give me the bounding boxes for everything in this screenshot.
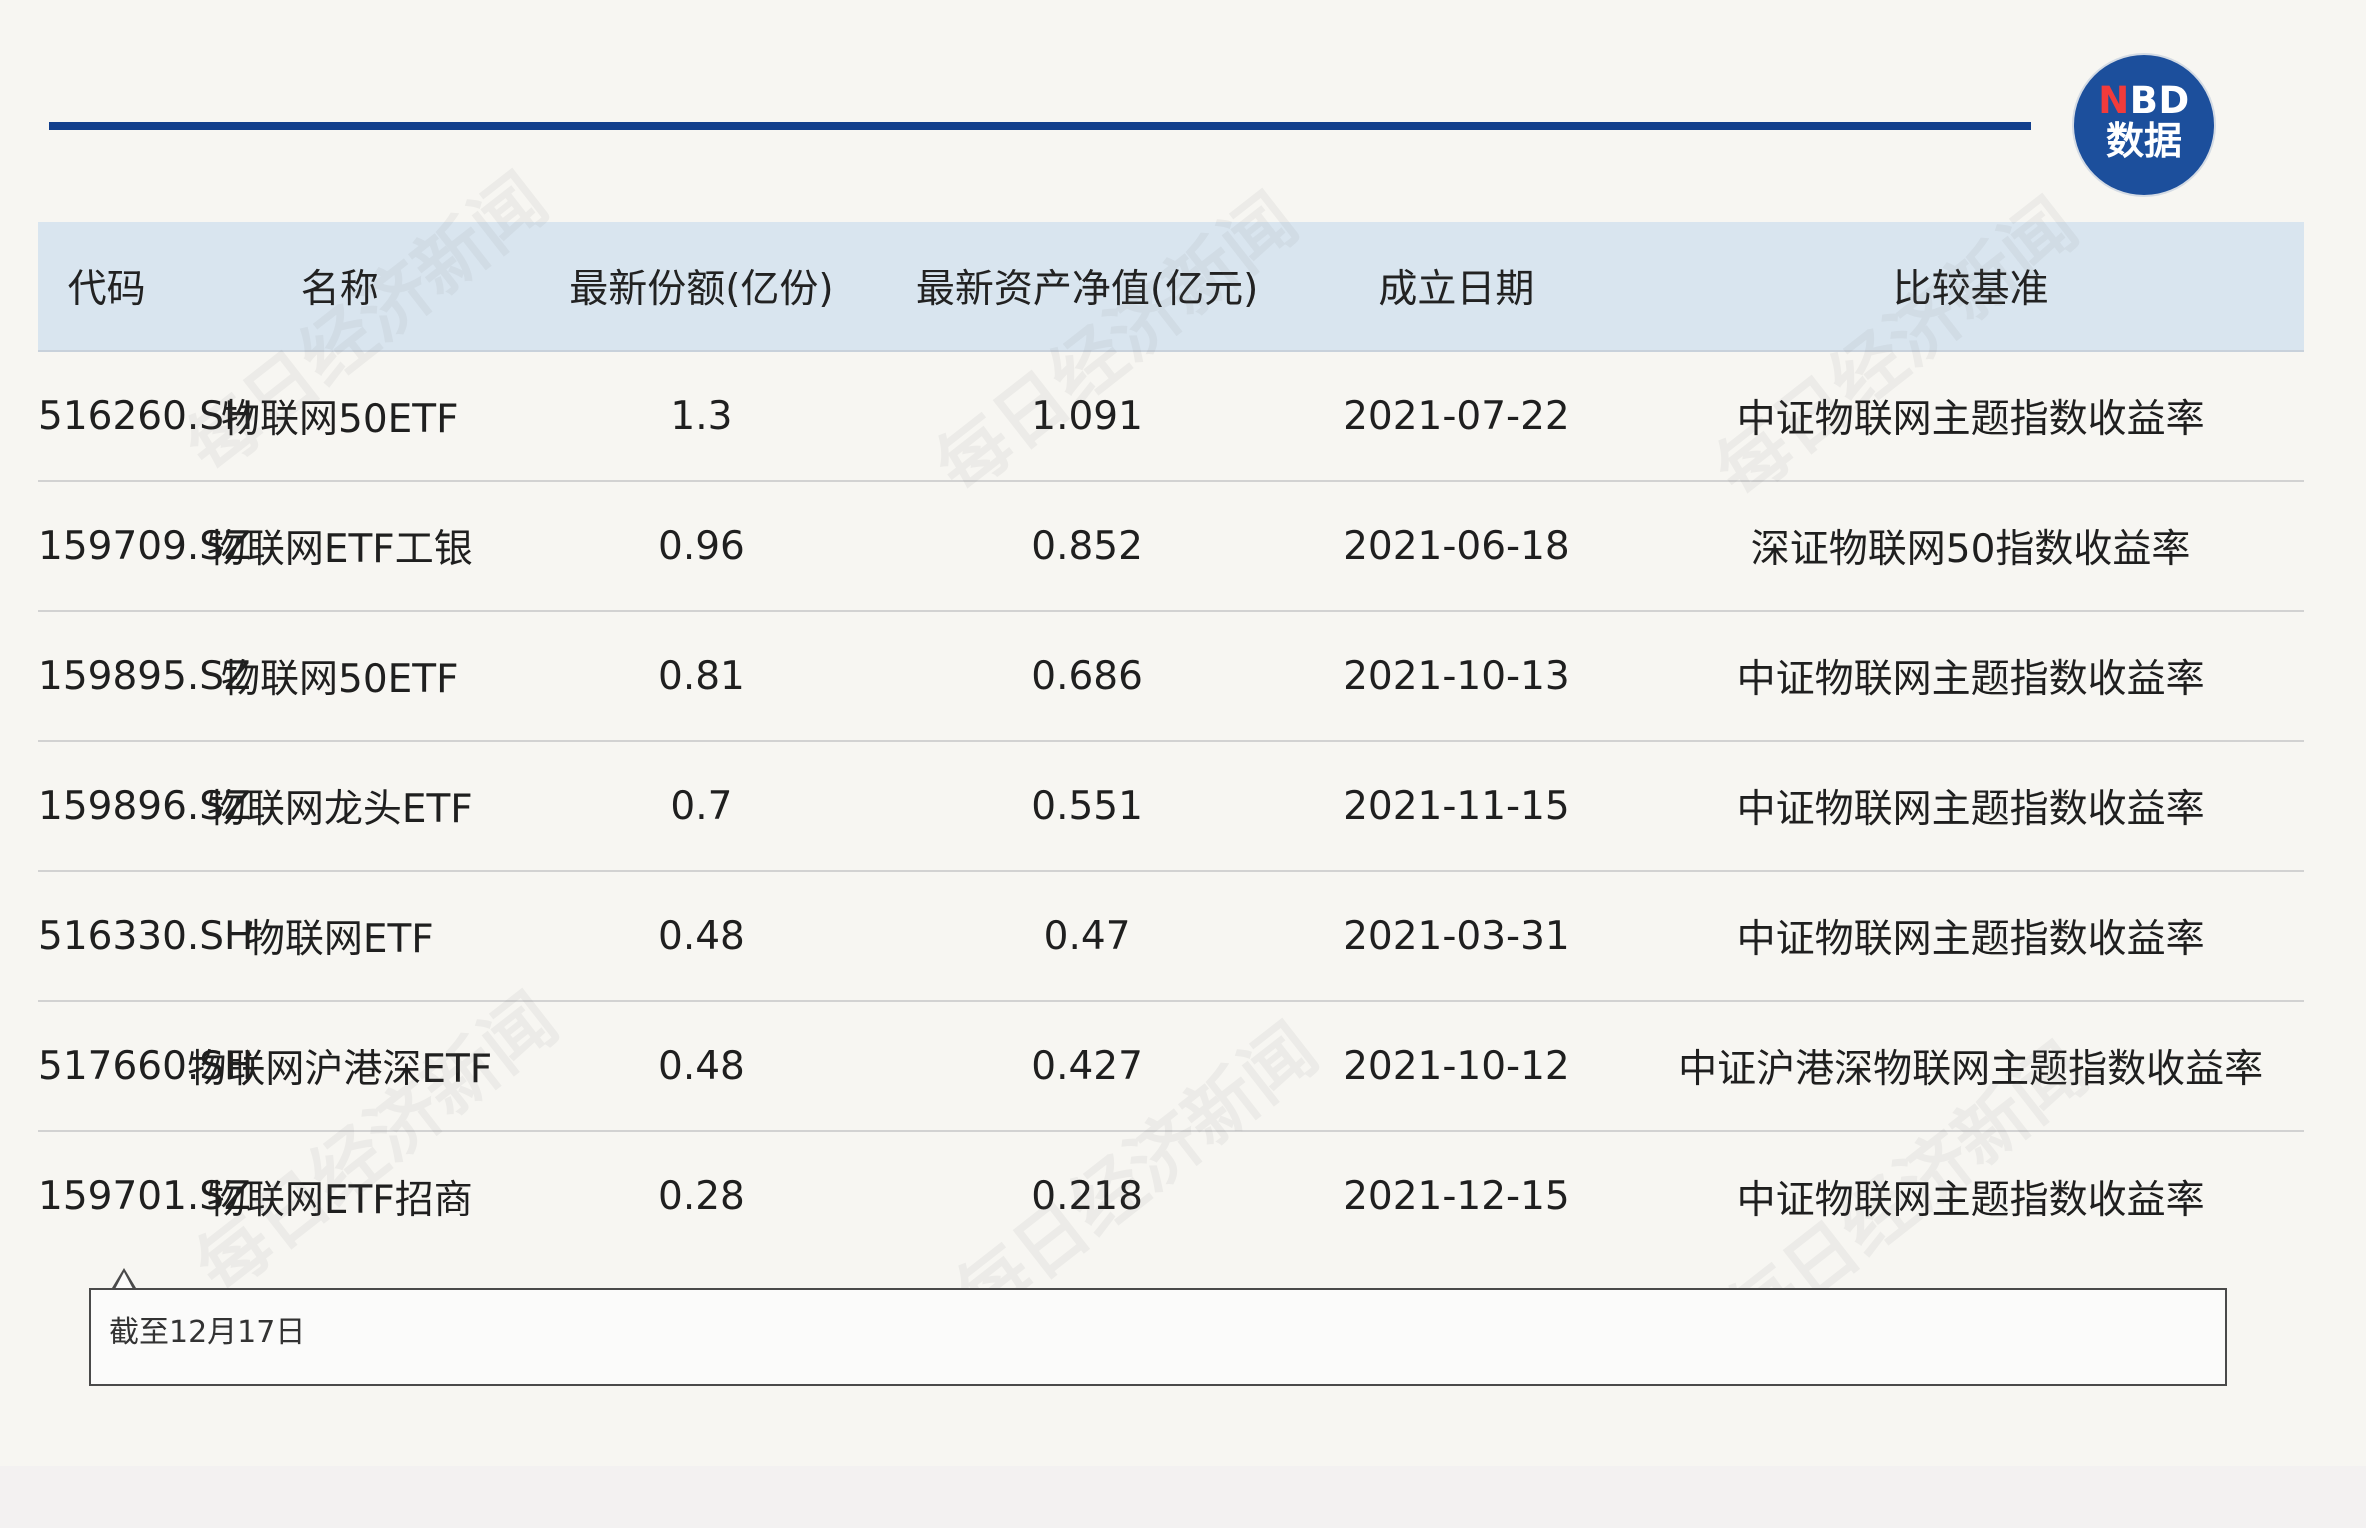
fund-table-container: 代码 名称 最新份额(亿份) 最新资产净值(亿元) 成立日期 比较基准 5162… [38, 222, 2304, 1261]
cell-name: 物联网50ETF [175, 611, 505, 742]
cell-benchmark: 中证物联网主题指数收益率 [1637, 611, 2304, 742]
cell-shares: 0.96 [504, 481, 899, 612]
table-row: 516330.SH 物联网ETF 0.48 0.47 2021-03-31 中证… [38, 871, 2304, 1002]
header-benchmark: 比较基准 [1637, 222, 2304, 352]
cell-shares: 0.81 [504, 611, 899, 742]
logo-prefix-letter: N [2098, 79, 2130, 122]
cell-shares: 0.28 [658, 1174, 745, 1219]
cell-code: 159709.SZ [38, 481, 251, 612]
fund-table: 代码 名称 最新份额(亿份) 最新资产净值(亿元) 成立日期 比较基准 5162… [38, 222, 2304, 1261]
header-latest-shares: 最新份额(亿份) [504, 222, 899, 352]
cell-code: 516330.SH [38, 871, 253, 1002]
cell-benchmark: 中证物联网主题指数收益率 [1637, 741, 2304, 872]
table-header-row: 代码 名称 最新份额(亿份) 最新资产净值(亿元) 成立日期 比较基准 [38, 222, 2304, 352]
cell-date: 2021-12-15 [1343, 1174, 1570, 1219]
cell-code: 159701.SZ [38, 1174, 251, 1219]
table-row: 159896.SZ 物联网龙头ETF 0.7 0.551 2021-11-15 … [38, 741, 2304, 872]
cell-net-assets: 0.852 [898, 481, 1276, 612]
cell-benchmark: 中证物联网主题指数收益率 [1637, 871, 2304, 1002]
cell-code: 517660.SH [38, 1001, 253, 1132]
cell-code: 159896.SZ [38, 741, 251, 872]
table-row: 159709.SZ 物联网ETF工银 0.96 0.852 2021-06-18… [38, 481, 2304, 612]
cell-shares: 0.48 [504, 1001, 899, 1132]
cell-date: 2021-07-22 [1275, 351, 1638, 482]
cell-name: 物联网龙头ETF [175, 741, 505, 872]
logo-suffix-letters: BD [2129, 79, 2190, 122]
nbd-data-logo: NBD 数据 [2074, 55, 2214, 195]
header-inception-date: 成立日期 [1275, 222, 1638, 352]
cell-code: 159895.SZ [38, 611, 251, 742]
cell-benchmark: 中证沪港深物联网主题指数收益率 [1637, 1001, 2304, 1132]
note-pointer-inner [115, 1272, 133, 1289]
logo-subtitle: 数据 [2105, 119, 2182, 163]
header-code: 代码 [38, 222, 176, 352]
cell-date: 2021-06-18 [1275, 481, 1638, 612]
cell-benchmark: 中证物联网主题指数收益率 [1736, 1177, 2205, 1223]
note-box: 截至12月17日 [89, 1288, 2227, 1386]
cell-date: 2021-11-15 [1275, 741, 1638, 872]
cell-benchmark: 中证物联网主题指数收益率 [1637, 351, 2304, 482]
table-row: 159701.SZ 物联网ETF招商 0.28 0.218 2021-12-15… [38, 1131, 2304, 1261]
table-row: 517660.SH 物联网沪港深ETF 0.48 0.427 2021-10-1… [38, 1001, 2304, 1132]
cell-date: 2021-10-13 [1275, 611, 1638, 742]
cell-name: 物联网ETF工银 [175, 481, 505, 612]
cell-name: 物联网沪港深ETF [175, 1001, 505, 1132]
cell-net-assets: 0.427 [898, 1001, 1276, 1132]
cell-net-assets: 0.551 [898, 741, 1276, 872]
table-body: 516260.SH 物联网50ETF 1.3 1.091 2021-07-22 … [38, 351, 2304, 1261]
cell-shares: 1.3 [504, 351, 899, 482]
cell-net-assets: 0.218 [1031, 1174, 1143, 1219]
logo-top-text: NBD [2074, 82, 2214, 119]
cell-shares: 0.7 [504, 741, 899, 872]
table-row: 516260.SH 物联网50ETF 1.3 1.091 2021-07-22 … [38, 351, 2304, 482]
cell-net-assets: 1.091 [898, 351, 1276, 482]
cell-code: 516260.SH [38, 351, 253, 482]
header-name: 名称 [175, 222, 505, 352]
cell-date: 2021-03-31 [1275, 871, 1638, 1002]
cell-benchmark: 深证物联网50指数收益率 [1637, 481, 2304, 612]
cell-name: 物联网ETF招商 [206, 1177, 473, 1223]
header-latest-net-assets: 最新资产净值(亿元) [898, 222, 1276, 352]
cell-date: 2021-10-12 [1275, 1001, 1638, 1132]
table-row: 159895.SZ 物联网50ETF 0.81 0.686 2021-10-13… [38, 611, 2304, 742]
note-text: 截至12月17日 [109, 1315, 306, 1350]
top-rule [49, 122, 2031, 130]
cell-net-assets: 0.47 [898, 871, 1276, 1002]
bottom-band [0, 1466, 2366, 1528]
cell-net-assets: 0.686 [898, 611, 1276, 742]
table-header: 代码 名称 最新份额(亿份) 最新资产净值(亿元) 成立日期 比较基准 [38, 222, 2304, 352]
cell-shares: 0.48 [504, 871, 899, 1002]
cell-name: 物联网50ETF [175, 351, 505, 482]
